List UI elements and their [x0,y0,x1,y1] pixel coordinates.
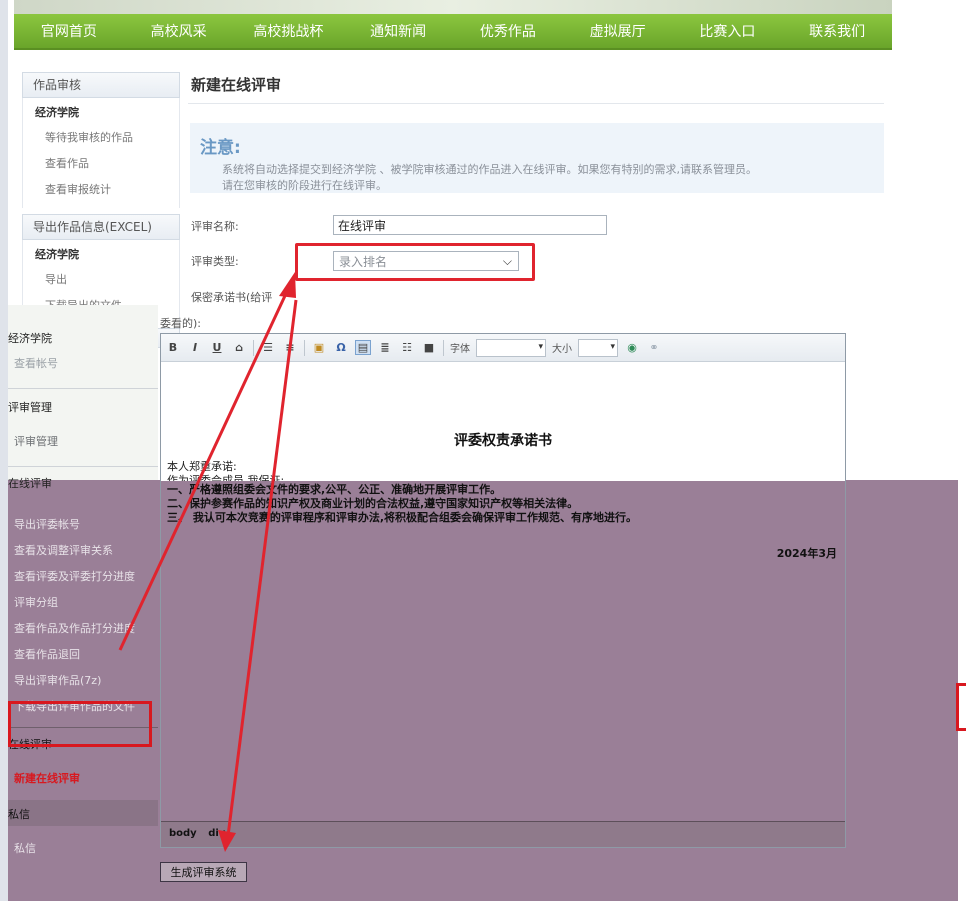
sidebar-lower: 经济学院 查看帐号 评审管理 评审管理 在线评审 导出评委帐号 查看及调整评审关… [8,326,158,861]
sidebar-group-review: 经济学院 等待我审核的作品 查看作品 查看审报统计 [22,98,180,208]
lsidebar-head-review-mgmt[interactable]: 评审管理 [8,391,158,419]
align-left-icon[interactable]: ▤ [355,340,371,355]
review-type-label: 评审类型: [191,255,239,268]
lsidebar-item-messages[interactable]: 私信 [8,826,158,861]
title-divider [188,103,884,104]
dropdown-arrow-icon: ▾ [610,341,615,352]
document-item-3: 三、 我认可本次竞赛的评审程序和评审办法,将积极配合组委会确保评审工作规范、有序… [167,511,638,524]
size-label: 大小 [552,344,572,355]
dropdown-arrow-icon: ▾ [538,341,543,352]
sidebar-item-stats[interactable]: 查看审报统计 [35,176,179,202]
divider [8,388,158,389]
sidebar-sub-college: 经济学院 [35,106,79,119]
highlight-box-review-type [295,243,535,281]
page-title: 新建在线评审 [191,76,282,94]
sidebar-sub-college-2: 经济学院 [35,248,79,261]
review-name-input[interactable] [333,215,607,235]
toolbar-separator [304,339,305,356]
sidebar-item-pending[interactable]: 等待我审核的作品 [35,124,179,150]
notice-line-1: 系统将自动选择提交到经济学院 、被学院审核通过的作品进入在线评审。如果您有特别的… [222,163,757,176]
sidebar-item-export[interactable]: 导出 [35,266,179,292]
status-tag-div[interactable]: div [208,828,225,839]
image-icon[interactable]: ▣ [311,341,327,354]
nav-works[interactable]: 优秀作品 [453,21,563,41]
editor-toolbar: B I U ⌂ ☰ ≡ ▣ Ω ▤ ≣ ☷ ■ 字体 ▾ 大小 ▾ ◉ ⚭ [161,334,845,362]
italic-icon[interactable]: I [187,341,203,354]
size-select[interactable]: ▾ [578,338,618,357]
header-banner [14,0,892,14]
toolbar-separator [253,339,254,356]
color-icon[interactable]: ◉ [624,341,640,354]
lsidebar-item-account[interactable]: 查看帐号 [8,350,158,376]
bullet-list-icon[interactable]: ☰ [260,341,276,354]
pledge-label-cont: 委看的): [160,317,201,330]
nav-virtual-hall[interactable]: 虚拟展厅 [563,21,673,41]
top-navigation: 官网首页 高校风采 高校挑战杯 通知新闻 优秀作品 虚拟展厅 比赛入口 联系我们 [14,14,892,50]
document-date: 2024年3月 [776,547,837,560]
font-select[interactable]: ▾ [476,338,546,357]
bold-icon[interactable]: B [165,341,181,354]
divider [8,466,158,467]
special-char-icon[interactable]: Ω [333,341,349,354]
editor-statusbar: body div [161,821,845,847]
sidebar-head-export[interactable]: 导出作品信息(EXCEL) [22,214,180,240]
generate-review-button[interactable]: 生成评审系统 [160,862,247,882]
nav-news[interactable]: 通知新闻 [343,21,453,41]
nav-contest-entry[interactable]: 比赛入口 [673,21,783,41]
highlight-box-new-review [8,701,152,747]
link-icon[interactable]: ⚭ [646,341,662,354]
lsidebar-item-returns[interactable]: 查看作品退回 [8,641,158,667]
pledge-label: 保密承诺书(给评 [191,291,273,304]
editor-content-lower[interactable]: 一、严格遵照组委会文件的要求,公平、公正、准确地开展评审工作。 二、保护参赛作品… [161,481,845,821]
toolbar-separator [443,339,444,356]
lsidebar-item-new-review[interactable]: 新建在线评审 [8,756,158,800]
sidebar-head-review[interactable]: 作品审核 [22,72,180,98]
notice-title: 注意: [200,138,241,158]
nav-contact[interactable]: 联系我们 [782,21,892,41]
lsidebar-item-adjust-relations[interactable]: 查看及调整评审关系 [8,537,158,563]
rich-text-editor: B I U ⌂ ☰ ≡ ▣ Ω ▤ ≣ ☷ ■ 字体 ▾ 大小 ▾ ◉ ⚭ 评委… [160,333,846,848]
align-right-icon[interactable]: ☷ [399,341,415,354]
font-label: 字体 [450,344,470,355]
nav-home[interactable]: 官网首页 [14,21,124,41]
numbered-list-icon[interactable]: ≡ [282,341,298,354]
nav-challenge-cup[interactable]: 高校挑战杯 [234,21,344,41]
lsidebar-item-judge-progress[interactable]: 查看评委及评委打分进度 [8,563,158,589]
lsidebar-item-review-mgmt[interactable]: 评审管理 [8,419,158,454]
lsidebar-head-online-review[interactable]: 在线评审 [8,469,158,495]
editor-content-area[interactable]: 评委权责承诺书 本人郑重承诺: 作为评委会成员,我保证: [161,362,845,487]
lsidebar-item-grouping[interactable]: 评审分组 [8,589,158,615]
justify-icon[interactable]: ■ [421,341,437,354]
review-name-label: 评审名称: [191,220,239,233]
lsidebar-item-work-progress[interactable]: 查看作品及作品打分进度 [8,615,158,641]
document-title: 评委权责承诺书 [454,433,552,449]
lsidebar-item-export-judges[interactable]: 导出评委帐号 [8,511,158,537]
notice-box: 注意: 系统将自动选择提交到经济学院 、被学院审核通过的作品进入在线评审。如果您… [190,123,884,193]
lsidebar-head-messages[interactable]: 私信 [8,800,158,826]
nav-campus[interactable]: 高校风采 [124,21,234,41]
align-center-icon[interactable]: ≣ [377,341,393,354]
lsidebar-head-college: 经济学院 [8,332,52,345]
sidebar-item-view-works[interactable]: 查看作品 [35,150,179,176]
status-tag-body[interactable]: body [169,828,197,839]
notice-line-2: 请在您审核的阶段进行在线评审。 [222,179,387,192]
highlight-box-edge [956,683,966,731]
lsidebar-item-export-7z[interactable]: 导出评审作品(7z) [8,667,158,693]
format-icon[interactable]: ⌂ [231,341,247,354]
underline-icon[interactable]: U [209,341,225,354]
